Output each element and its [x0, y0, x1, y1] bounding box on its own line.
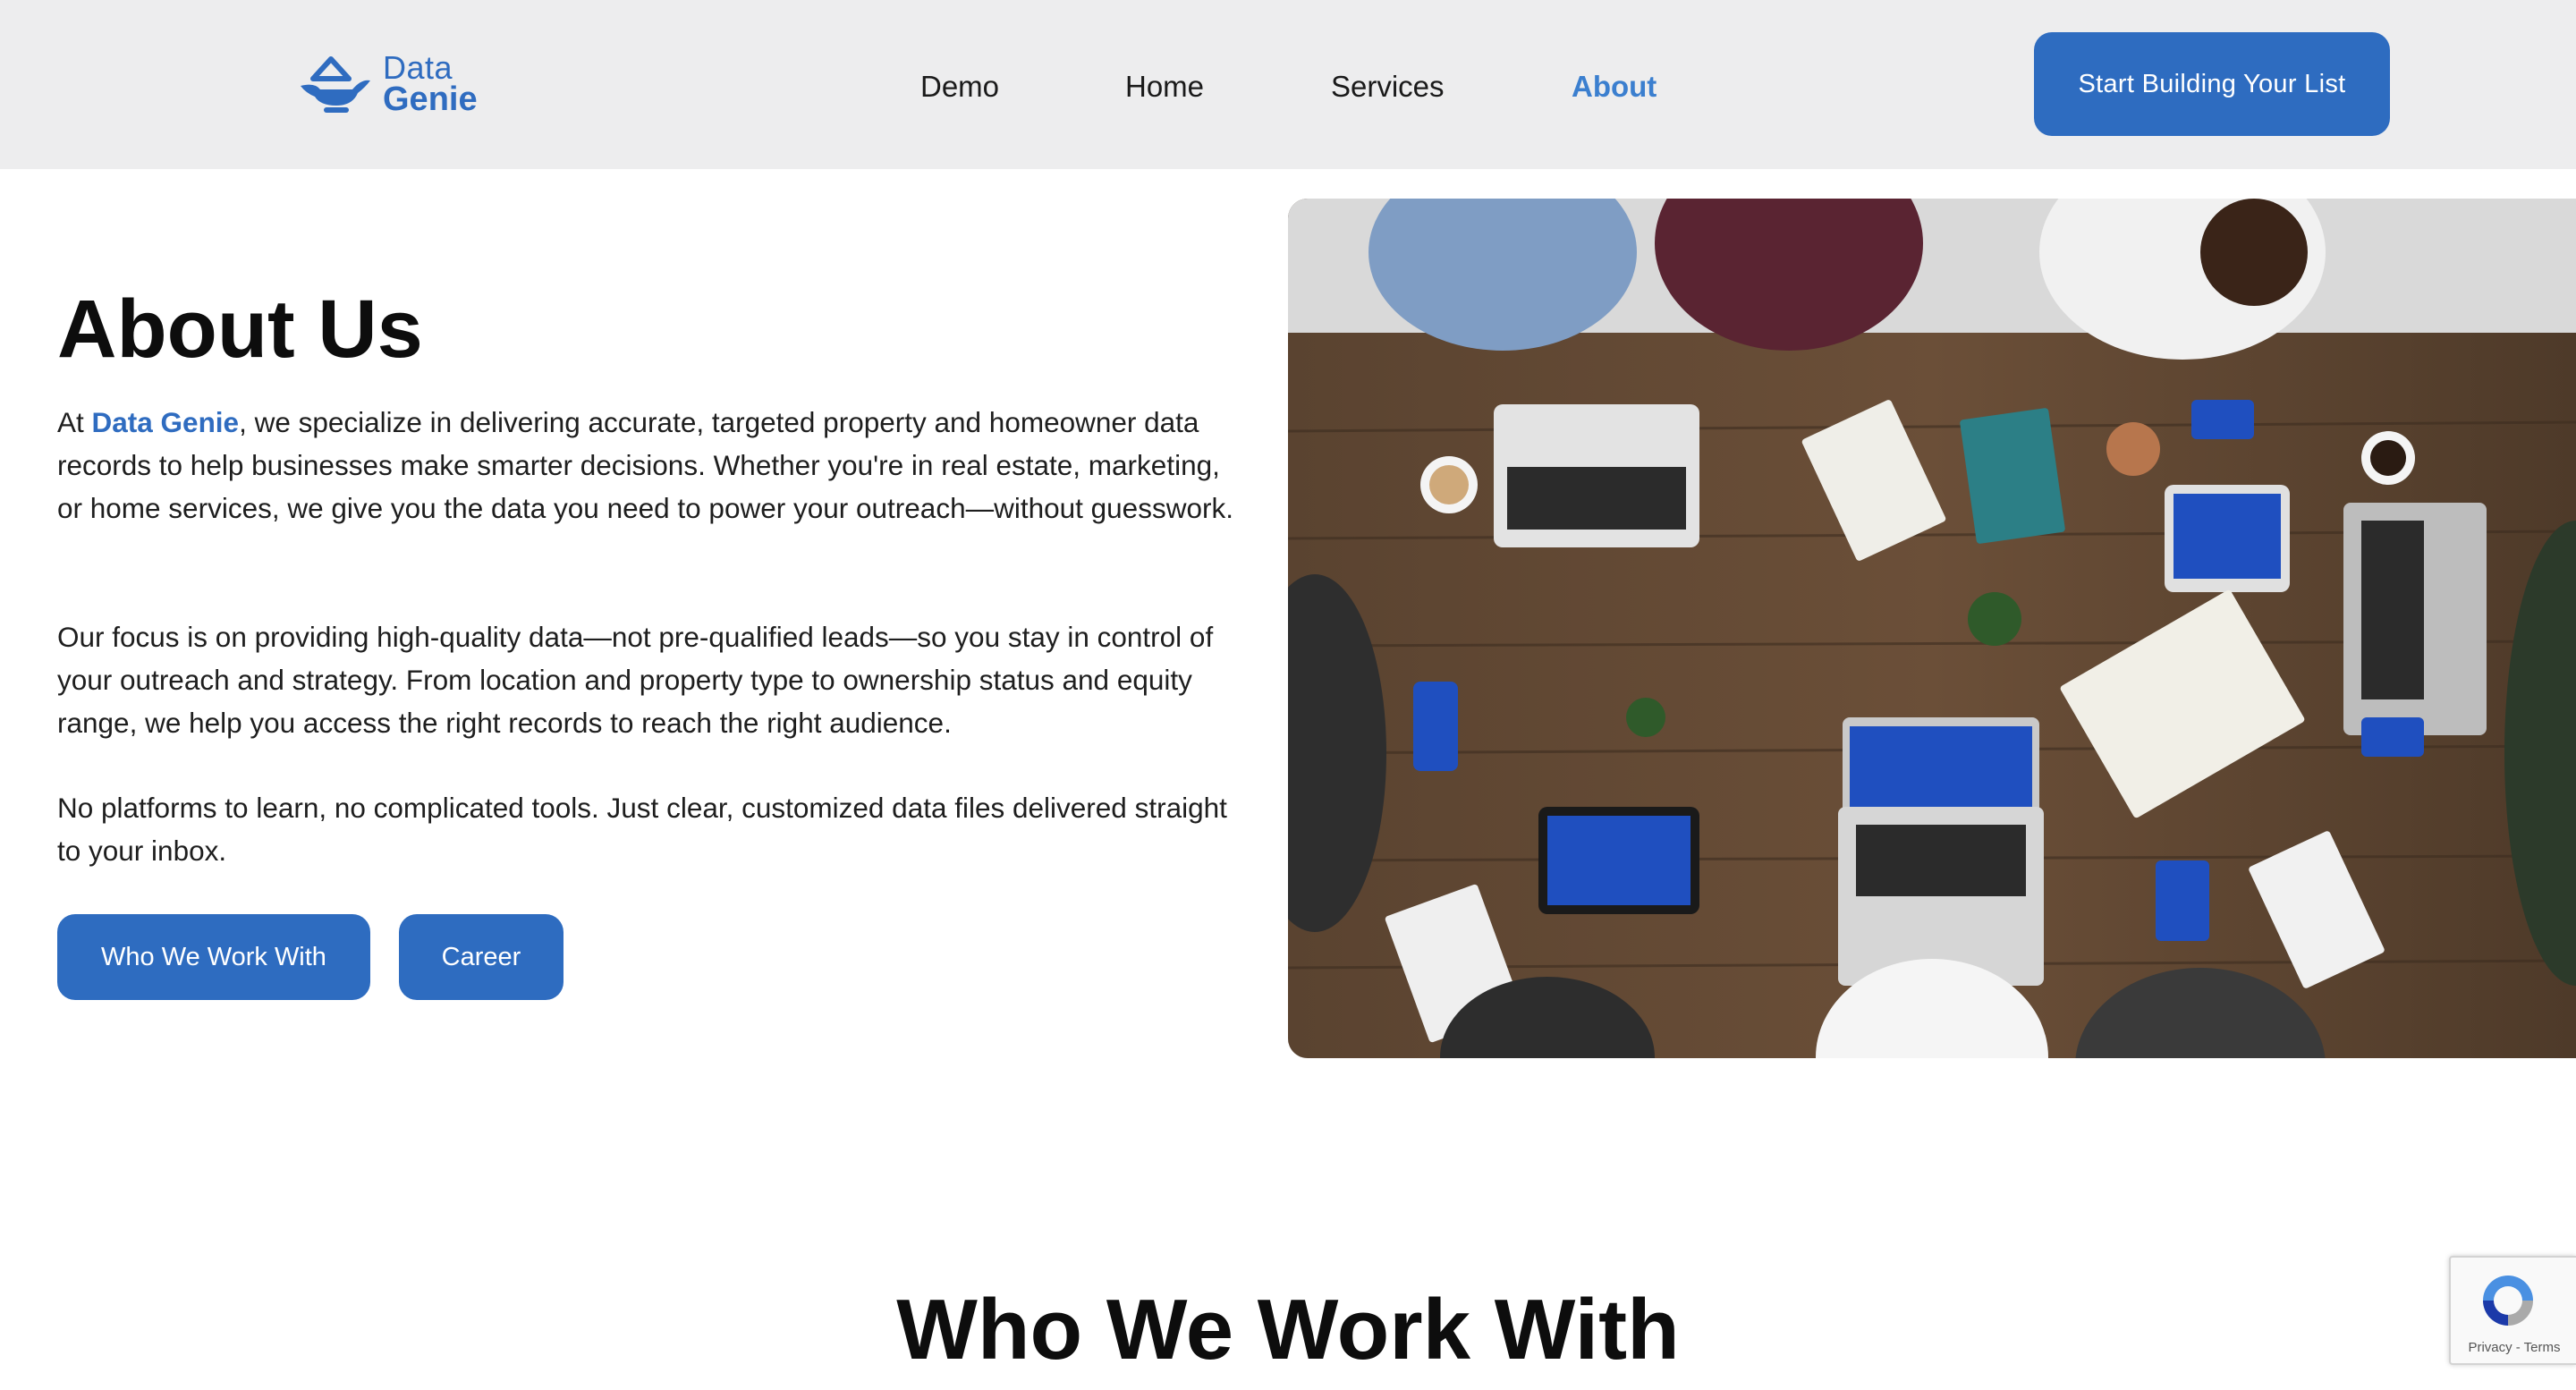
nav-home[interactable]: Home: [1125, 70, 1204, 104]
about-paragraph-1: At Data Genie, we specialize in deliveri…: [57, 401, 1247, 530]
about-paragraph-2: Our focus is on providing high-quality d…: [57, 621, 1214, 739]
logo-line2: Genie: [383, 81, 478, 119]
brand-name: Data Genie: [91, 406, 240, 438]
career-button[interactable]: Career: [399, 914, 564, 1000]
recaptcha-icon: [2483, 1276, 2533, 1326]
logo[interactable]: Data Genie: [297, 50, 478, 118]
page: Data Genie Demo Home Services About Star…: [0, 0, 2576, 1390]
nav-demo[interactable]: Demo: [920, 70, 999, 104]
page-title: About Us: [57, 284, 423, 375]
recaptcha-badge[interactable]: Privacy - Terms: [2449, 1256, 2576, 1365]
nav-services[interactable]: Services: [1331, 70, 1445, 104]
site-header: Data Genie Demo Home Services About Star…: [0, 0, 2576, 169]
who-we-work-with-button[interactable]: Who We Work With: [57, 914, 370, 1000]
recaptcha-links[interactable]: Privacy - Terms: [2451, 1340, 2576, 1355]
logo-wordmark: Data Genie: [383, 48, 478, 119]
logo-line1: Data: [383, 48, 453, 86]
p1-prefix: At: [57, 406, 92, 438]
start-building-button[interactable]: Start Building Your List: [2034, 32, 2390, 136]
about-paragraph-3: No platforms to learn, no complicated to…: [57, 792, 1227, 867]
who-we-work-with-heading: Who We Work With: [896, 1282, 1680, 1377]
genie-lamp-icon: [301, 56, 370, 113]
team-meeting-photo: [1288, 199, 2576, 1058]
nav-about[interactable]: About: [1572, 70, 1657, 104]
